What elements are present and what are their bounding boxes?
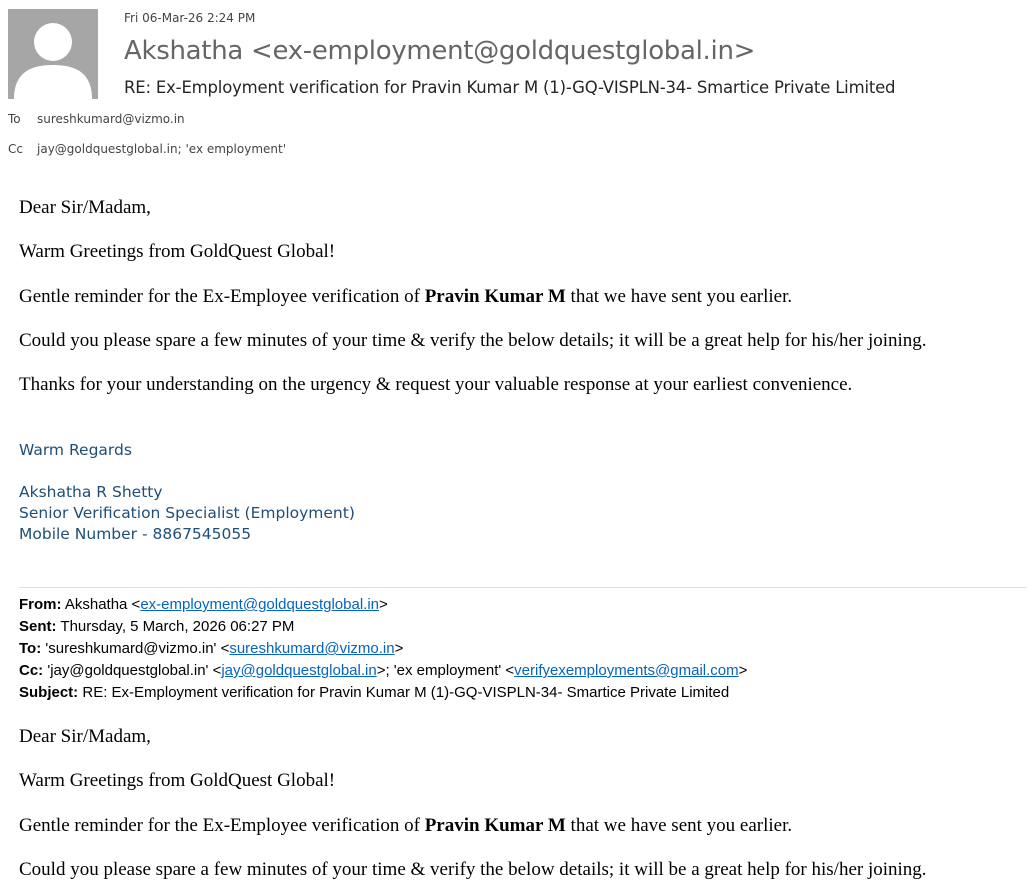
- reminder-text-pre: Gentle reminder for the Ex-Employee veri…: [19, 286, 425, 307]
- from-label: From:: [19, 596, 62, 613]
- from-email-link[interactable]: ex-employment@goldquestglobal.in: [140, 596, 379, 613]
- body-line-thanks: Thanks for your understanding on the urg…: [19, 374, 853, 395]
- forwarded-from: From: Akshatha <ex-employment@goldquestg…: [19, 596, 388, 613]
- cc-label: Cc: [8, 142, 23, 156]
- body-line-request: Could you please spare a few minutes of …: [19, 330, 927, 351]
- sender-avatar[interactable]: [8, 9, 98, 99]
- reminder2-text-pre: Gentle reminder for the Ex-Employee veri…: [19, 815, 425, 836]
- fwd-cc-name: 'jay@goldquestglobal.in' <: [47, 662, 222, 679]
- sent-date: Thursday, 5 March, 2026 06:27 PM: [60, 618, 295, 635]
- signature-mobile: Mobile Number - 8867545055: [19, 525, 252, 543]
- body-line-reminder: Gentle reminder for the Ex-Employee veri…: [19, 286, 792, 308]
- to-recipient[interactable]: sureshkumard@vizmo.in: [37, 112, 185, 126]
- sender-name[interactable]: Akshatha <ex-employment@goldquestglobal.…: [124, 36, 755, 66]
- body-line-greetings: Warm Greetings from GoldQuest Global!: [19, 241, 336, 262]
- to-email-link[interactable]: sureshkumard@vizmo.in: [229, 640, 394, 657]
- forwarded-sent: Sent: Thursday, 5 March, 2026 06:27 PM: [19, 618, 294, 635]
- body2-line-greetings: Warm Greetings from GoldQuest Global!: [19, 770, 336, 791]
- to-row: To sureshkumard@vizmo.in: [8, 112, 185, 126]
- fwd-cc-end: >: [738, 662, 748, 679]
- from-end: >: [379, 596, 388, 613]
- forwarded-to: To: 'sureshkumard@vizmo.in' <sureshkumar…: [19, 640, 403, 657]
- fwd-subject-label: Subject:: [19, 684, 79, 701]
- person-icon: [14, 23, 92, 99]
- cc-email-link-1[interactable]: jay@goldquestglobal.in: [221, 662, 376, 679]
- candidate-name: Pravin Kumar M: [424, 286, 566, 307]
- message-divider: [19, 587, 1027, 588]
- forwarded-subject: Subject: RE: Ex-Employment verification …: [19, 684, 729, 701]
- from-name: Akshatha <: [64, 596, 141, 613]
- signature-name: Akshatha R Shetty: [19, 483, 163, 501]
- fwd-cc-mid: >; 'ex employment' <: [376, 662, 515, 679]
- greeting-2: Dear Sir/Madam,: [19, 726, 151, 747]
- candidate-name-2: Pravin Kumar M: [424, 815, 566, 836]
- cc-recipients[interactable]: jay@goldquestglobal.in; 'ex employment': [37, 142, 286, 156]
- signature-closing: Warm Regards: [19, 441, 132, 459]
- reminder-text-post: that we have sent you earlier.: [565, 286, 793, 307]
- sent-label: Sent:: [19, 618, 57, 635]
- fwd-to-name: 'sureshkumard@vizmo.in' <: [45, 640, 230, 657]
- fwd-to-label: To:: [19, 640, 42, 657]
- body2-line-reminder: Gentle reminder for the Ex-Employee veri…: [19, 815, 792, 837]
- greeting: Dear Sir/Madam,: [19, 197, 151, 218]
- body2-line-request: Could you please spare a few minutes of …: [19, 859, 927, 880]
- message-date: Fri 06-Mar-26 2:24 PM: [124, 11, 256, 25]
- cc-email-link-2[interactable]: verifyexemployments@gmail.com: [514, 662, 738, 679]
- reminder2-text-post: that we have sent you earlier.: [565, 815, 793, 836]
- message-subject: RE: Ex-Employment verification for Pravi…: [124, 78, 896, 97]
- to-label: To: [8, 112, 21, 126]
- fwd-subject-text: RE: Ex-Employment verification for Pravi…: [82, 684, 730, 701]
- fwd-to-end: >: [394, 640, 404, 657]
- cc-row: Cc jay@goldquestglobal.in; 'ex employment…: [8, 142, 286, 156]
- fwd-cc-label: Cc:: [19, 662, 44, 679]
- forwarded-cc: Cc: 'jay@goldquestglobal.in' <jay@goldqu…: [19, 662, 747, 679]
- signature-title: Senior Verification Specialist (Employme…: [19, 504, 355, 522]
